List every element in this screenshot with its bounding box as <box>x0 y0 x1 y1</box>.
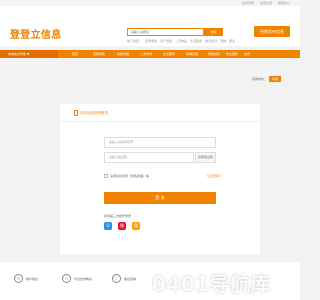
shield-icon: ◇ <box>62 274 71 283</box>
city-switch: 切换城市： 切换 <box>252 76 282 82</box>
hot-words-label: 热门搜索： <box>127 39 143 43</box>
nav-local-guide[interactable]: 本地信息导航 ▼ <box>0 50 58 58</box>
footer-merchant[interactable]: ⚲ 商户信息 <box>14 274 38 283</box>
nav-jobs[interactable]: 招聘求职 <box>93 50 105 58</box>
login-card: 手机动态密码登录 请输入您的手机号 请输入验证码 获取验证码 请阅读并同意《隐私… <box>60 104 260 254</box>
hot-word[interactable]: 二手物品 <box>175 39 187 43</box>
agreement-text[interactable]: 请阅读并同意《隐私政策》等 <box>110 174 149 178</box>
post-info-button[interactable]: 免费发布信息 <box>254 26 290 37</box>
site-logo[interactable]: 登登立信息 <box>10 26 62 41</box>
nav-vehicles[interactable]: 车辆买卖 <box>186 50 198 58</box>
nav-pets[interactable]: 宠物领养 <box>208 50 220 58</box>
login-link[interactable]: 会员登录 <box>242 1 254 5</box>
city-switch-label: 切换城市： <box>252 77 268 81</box>
service-link[interactable]: 客服中心 <box>278 1 290 5</box>
agreement-row: 请阅读并同意《隐私政策》等 <box>104 174 149 178</box>
map-pin-icon: ⚲ <box>14 274 23 283</box>
footer-merchant-label: 商户信息 <box>26 276 39 281</box>
header: 登登立信息 请输入关键词 搜索 热门搜索： 招聘求职 房产出租 二手物品 生活服… <box>0 6 300 46</box>
hot-word[interactable]: 教育培训 <box>205 39 217 43</box>
hot-word[interactable]: 招聘求职 <box>145 39 157 43</box>
verification-code-input[interactable]: 请输入验证码 <box>104 152 194 163</box>
hot-word-more[interactable]: 更多 <box>229 39 235 43</box>
hot-words: 热门搜索： 招聘求职 房产出租 二手物品 生活服务 教育培训 宠物 更多 <box>127 39 235 43</box>
login-card-header: 手机动态密码登录 <box>60 104 260 122</box>
get-code-button[interactable]: 获取验证码 <box>195 152 216 163</box>
login-button[interactable]: 登 录 <box>104 192 216 204</box>
main-nav: 本地信息导航 ▼ 首页 招聘求职 房屋出租 二手市场 生活服务 车辆买卖 宠物领… <box>0 50 300 58</box>
search-button[interactable]: 搜索 <box>204 28 223 36</box>
nav-life-services[interactable]: 生活服务 <box>163 50 175 58</box>
watermark: 0401导航库 <box>152 272 272 296</box>
top-links: 会员登录 免费注册 客服中心 <box>242 1 290 5</box>
phone-input[interactable]: 请输入您的手机号 <box>104 137 216 148</box>
info-icon: i <box>112 274 121 283</box>
search-input[interactable]: 请输入关键词 <box>127 28 204 36</box>
forgot-password-link[interactable]: 忘记密码？ <box>207 174 222 178</box>
nav-secondhand[interactable]: 二手市场 <box>140 50 152 58</box>
agree-checkbox[interactable] <box>104 174 108 178</box>
wechat-icon[interactable]: 微 <box>132 222 140 230</box>
register-link[interactable]: 免费注册 <box>260 1 272 5</box>
login-title: 手机动态密码登录 <box>80 111 108 115</box>
hot-word[interactable]: 房产出租 <box>160 39 172 43</box>
nav-home[interactable]: 首页 <box>72 50 78 58</box>
hot-word[interactable]: 宠物 <box>220 39 226 43</box>
third-party-login-label: 使用第三方帐号登录 <box>104 214 132 218</box>
mobile-phone-icon <box>74 110 78 116</box>
footer-consult-label: 信息咨询 <box>124 276 137 281</box>
nav-news[interactable]: 资讯 <box>244 50 250 58</box>
qq-icon[interactable]: Q <box>104 222 112 230</box>
nav-housing[interactable]: 房屋出租 <box>117 50 129 58</box>
weibo-icon[interactable]: 微 <box>118 222 126 230</box>
city-switch-button[interactable]: 切换 <box>269 76 282 82</box>
hot-word[interactable]: 生活服务 <box>190 39 202 43</box>
nav-business[interactable]: 商业服务 <box>226 50 238 58</box>
footer-cooperation-label: 平台合作联系 <box>74 276 93 281</box>
footer-consult[interactable]: i 信息咨询 <box>112 274 136 283</box>
footer-cooperation[interactable]: ◇ 平台合作联系 <box>62 274 92 283</box>
